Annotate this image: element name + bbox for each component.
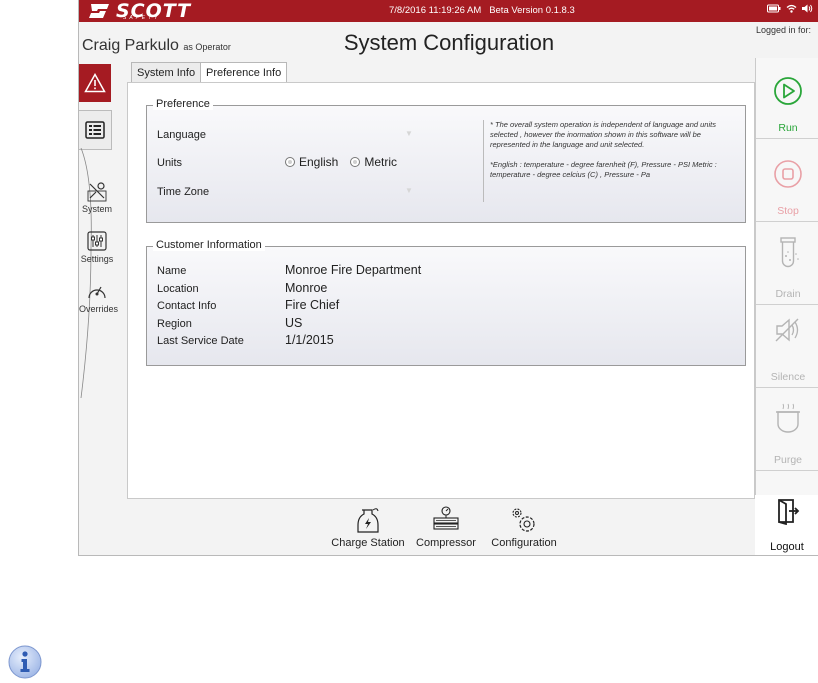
version: Beta Version 0.1.8.3 — [489, 5, 575, 16]
logout-label: Logout — [770, 541, 804, 553]
drain-button[interactable]: Drain — [756, 224, 818, 305]
warning-icon — [84, 73, 106, 93]
bottom-nav-compressor[interactable]: Compressor — [407, 505, 485, 549]
customer-field-label: Name — [157, 265, 187, 277]
nav-system-label: System — [81, 204, 112, 214]
nav-settings-label: Settings — [80, 254, 114, 264]
overrides-gauge-icon — [88, 286, 106, 299]
page-title: System Configuration — [343, 30, 555, 55]
bottom-nav-compressor-label: Compressor — [416, 537, 476, 549]
nav-settings[interactable]: Settings — [79, 230, 115, 264]
wifi-icon — [786, 4, 797, 13]
run-button[interactable]: Run — [756, 58, 818, 139]
timezone-dropdown-arrow[interactable]: ▼ — [405, 186, 413, 195]
left-nav: System Settings Overrides — [79, 58, 119, 538]
preference-group: Preference Language ▼ Units English Metr… — [146, 98, 746, 223]
bottom-nav: Charge Station Compressor Configuration — [329, 505, 563, 549]
language-label: Language — [157, 129, 206, 141]
preference-legend: Preference — [153, 98, 213, 110]
radio-metric-label: Metric — [364, 155, 398, 169]
stop-icon — [774, 160, 802, 188]
tab-system-info[interactable]: System Info — [131, 62, 202, 84]
datetime: 7/8/2016 11:19:26 AM — [389, 5, 482, 16]
compressor-icon — [433, 506, 459, 530]
customer-field-value: US — [285, 316, 303, 330]
customer-field-label: Region — [157, 318, 192, 330]
configuration-gears-icon — [512, 508, 535, 532]
purge-cup-icon — [776, 403, 800, 433]
charge-station-icon — [357, 508, 379, 533]
bottom-nav-charge-station-label: Charge Station — [331, 537, 405, 549]
alarm-button[interactable] — [79, 64, 111, 102]
customer-field-value: 1/1/2015 — [285, 333, 334, 347]
preference-note-1: * The overall system operation is indepe… — [490, 120, 716, 149]
customer-field-label: Last Service Date — [157, 335, 244, 347]
customer-field-label: Contact Info — [157, 300, 217, 312]
nav-overrides[interactable]: Overrides — [79, 280, 119, 314]
customer-field-value: Monroe Fire Department — [285, 263, 422, 277]
speaker-icon — [802, 4, 813, 13]
mute-speaker-icon — [775, 318, 799, 342]
bottom-nav-configuration-label: Configuration — [491, 537, 557, 549]
top-bar: SCOTT SAFETY 7/8/2016 11:19:26 AM Beta V… — [79, 0, 818, 22]
purge-label: Purge — [773, 454, 803, 466]
bottom-nav-configuration[interactable]: Configuration — [485, 505, 563, 549]
scott-logo-mark-icon — [89, 4, 109, 18]
customer-field-label: Location — [157, 283, 199, 295]
purge-button[interactable]: Purge — [756, 390, 818, 471]
radio-english-label: English — [299, 155, 339, 169]
system-tools-icon — [87, 182, 107, 202]
right-action-panel: Run Stop Drain Silence Purge — [755, 58, 818, 555]
language-dropdown-arrow[interactable]: ▼ — [405, 129, 413, 138]
drain-tube-icon — [780, 237, 799, 268]
timezone-label: Time Zone — [157, 186, 210, 198]
customer-info-group: Customer Information Name Monroe Fire Dep… — [146, 239, 746, 366]
settings-sliders-icon — [87, 231, 107, 251]
bottom-nav-charge-station[interactable]: Charge Station — [329, 505, 407, 549]
logout-button[interactable]: Logout — [755, 495, 818, 555]
radio-english[interactable] — [285, 157, 295, 167]
logo-subtext: SAFETY — [123, 15, 161, 21]
run-label: Run — [778, 122, 798, 134]
customer-legend: Customer Information — [153, 239, 265, 251]
logout-door-icon — [778, 499, 800, 525]
play-icon — [774, 77, 802, 105]
battery-icon — [767, 4, 781, 13]
app-window: SCOTT SAFETY 7/8/2016 11:19:26 AM Beta V… — [78, 0, 818, 556]
drain-label: Drain — [775, 288, 801, 300]
list-icon — [85, 121, 105, 139]
customer-field-value: Fire Chief — [285, 298, 340, 312]
stop-label: Stop — [777, 205, 799, 217]
list-view-button[interactable] — [79, 110, 112, 150]
logged-in-label: Logged in for: — [755, 25, 811, 35]
stop-button[interactable]: Stop — [756, 141, 818, 222]
silence-button[interactable]: Silence — [756, 307, 818, 388]
nav-system[interactable]: System — [79, 180, 115, 214]
units-label: Units — [157, 157, 183, 169]
status-icons — [767, 4, 813, 13]
silence-label: Silence — [770, 371, 806, 383]
preference-note: * The overall system operation is indepe… — [483, 120, 740, 202]
info-icon — [8, 645, 42, 679]
nav-overrides-label: Overrides — [79, 304, 119, 314]
customer-field-value: Monroe — [285, 281, 328, 295]
datetime-version: 7/8/2016 11:19:26 AM Beta Version 0.1.8.… — [389, 5, 575, 16]
units-radio-group: English Metric — [285, 155, 397, 169]
radio-metric[interactable] — [350, 157, 361, 167]
preference-note-2: *English : temperature - degree farenhei… — [490, 160, 717, 179]
